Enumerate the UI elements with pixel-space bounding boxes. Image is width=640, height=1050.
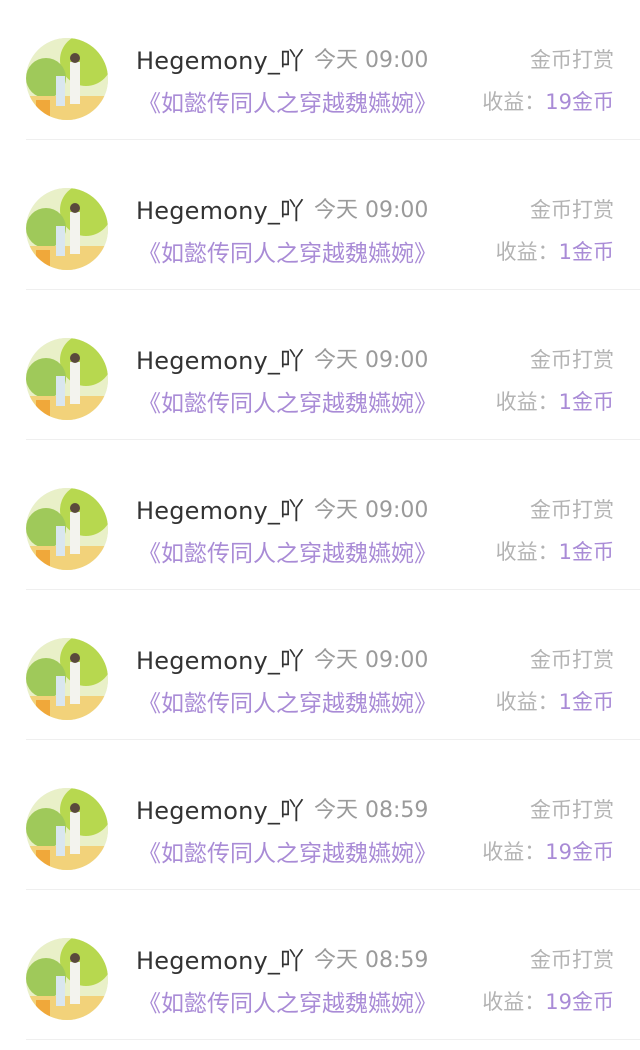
avatar-photo-icon xyxy=(26,938,108,1020)
reward-record-item[interactable]: Hegemony_吖 今天 09:00 金币打赏 《如懿传同人之穿越魏嬿婉》 收… xyxy=(0,450,640,600)
record-time: 今天 09:00 xyxy=(314,348,429,373)
username[interactable]: Hegemony_吖 xyxy=(136,491,304,526)
record-time: 今天 08:59 xyxy=(314,798,429,823)
book-title-link[interactable]: 《如懿传同人之穿越魏嬿婉》 xyxy=(138,84,437,118)
record-type: 金币打赏 xyxy=(530,948,614,972)
income-label: 收益： xyxy=(495,540,559,564)
username[interactable]: Hegemony_吖 xyxy=(136,941,304,976)
reward-record-item[interactable]: Hegemony_吖 今天 08:59 金币打赏 《如懿传同人之穿越魏嬿婉》 收… xyxy=(0,900,640,1050)
book-title-link[interactable]: 《如懿传同人之穿越魏嬿婉》 xyxy=(138,384,437,418)
book-title-link[interactable]: 《如懿传同人之穿越魏嬿婉》 xyxy=(138,834,437,868)
reward-record-item[interactable]: Hegemony_吖 今天 09:00 金币打赏 《如懿传同人之穿越魏嬿婉》 收… xyxy=(0,300,640,450)
username[interactable]: Hegemony_吖 xyxy=(136,791,304,826)
income: 收益：19金币 xyxy=(482,86,614,116)
avatar-photo-icon xyxy=(26,188,108,270)
income: 收益：19金币 xyxy=(482,836,614,866)
book-title-link[interactable]: 《如懿传同人之穿越魏嬿婉》 xyxy=(138,684,437,718)
user-avatar[interactable] xyxy=(26,38,108,120)
reward-record-item[interactable]: Hegemony_吖 今天 09:00 金币打赏 《如懿传同人之穿越魏嬿婉》 收… xyxy=(0,0,640,150)
record-time: 今天 09:00 xyxy=(314,198,429,223)
income: 收益：1金币 xyxy=(496,536,614,566)
income: 收益：1金币 xyxy=(496,686,614,716)
record-type: 金币打赏 xyxy=(530,498,614,522)
username[interactable]: Hegemony_吖 xyxy=(136,641,304,676)
avatar-photo-icon xyxy=(26,788,108,870)
income-amount: 1金币 xyxy=(558,690,614,714)
username[interactable]: Hegemony_吖 xyxy=(136,41,304,76)
income-label: 收益： xyxy=(495,690,559,714)
income-amount: 1金币 xyxy=(558,390,614,414)
income: 收益：19金币 xyxy=(482,986,614,1016)
income-amount: 1金币 xyxy=(558,240,614,264)
user-avatar[interactable] xyxy=(26,488,108,570)
income-amount: 19金币 xyxy=(545,990,614,1014)
user-avatar[interactable] xyxy=(26,788,108,870)
record-type: 金币打赏 xyxy=(530,648,614,672)
user-avatar[interactable] xyxy=(26,638,108,720)
user-avatar[interactable] xyxy=(26,188,108,270)
reward-record-item[interactable]: Hegemony_吖 今天 08:59 金币打赏 《如懿传同人之穿越魏嬿婉》 收… xyxy=(0,750,640,900)
income-label: 收益： xyxy=(495,240,559,264)
record-type: 金币打赏 xyxy=(530,48,614,72)
book-title-link[interactable]: 《如懿传同人之穿越魏嬿婉》 xyxy=(138,234,437,268)
avatar-photo-icon xyxy=(26,38,108,120)
avatar-photo-icon xyxy=(26,338,108,420)
record-time: 今天 09:00 xyxy=(314,498,429,523)
record-type: 金币打赏 xyxy=(530,348,614,372)
income-label: 收益： xyxy=(482,840,546,864)
income-amount: 1金币 xyxy=(558,540,614,564)
reward-record-item[interactable]: Hegemony_吖 今天 09:00 金币打赏 《如懿传同人之穿越魏嬿婉》 收… xyxy=(0,150,640,300)
record-type: 金币打赏 xyxy=(530,798,614,822)
income: 收益：1金币 xyxy=(496,236,614,266)
avatar-photo-icon xyxy=(26,488,108,570)
record-time: 今天 09:00 xyxy=(314,648,429,673)
reward-record-item[interactable]: Hegemony_吖 今天 09:00 金币打赏 《如懿传同人之穿越魏嬿婉》 收… xyxy=(0,600,640,750)
record-type: 金币打赏 xyxy=(530,198,614,222)
username[interactable]: Hegemony_吖 xyxy=(136,191,304,226)
income-amount: 19金币 xyxy=(545,90,614,114)
income-label: 收益： xyxy=(495,390,559,414)
user-avatar[interactable] xyxy=(26,338,108,420)
income-label: 收益： xyxy=(482,990,546,1014)
book-title-link[interactable]: 《如懿传同人之穿越魏嬿婉》 xyxy=(138,984,437,1018)
record-time: 今天 09:00 xyxy=(314,48,429,73)
username[interactable]: Hegemony_吖 xyxy=(136,341,304,376)
income-label: 收益： xyxy=(482,90,546,114)
user-avatar[interactable] xyxy=(26,938,108,1020)
record-time: 今天 08:59 xyxy=(314,948,429,973)
income: 收益：1金币 xyxy=(496,386,614,416)
income-amount: 19金币 xyxy=(545,840,614,864)
book-title-link[interactable]: 《如懿传同人之穿越魏嬿婉》 xyxy=(138,534,437,568)
avatar-photo-icon xyxy=(26,638,108,720)
reward-record-list: Hegemony_吖 今天 09:00 金币打赏 《如懿传同人之穿越魏嬿婉》 收… xyxy=(0,0,640,1045)
